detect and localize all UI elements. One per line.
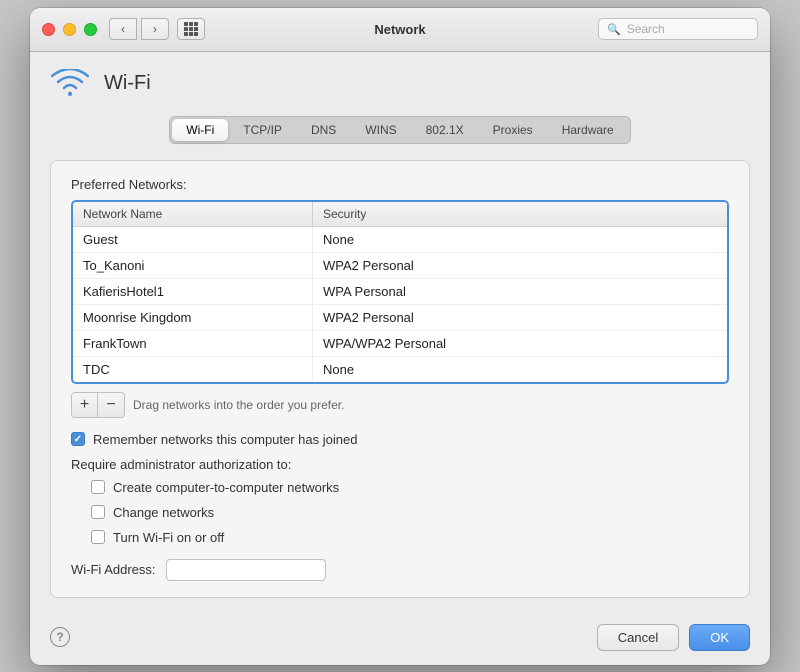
- window-title: Network: [374, 22, 425, 37]
- wifi-address-input[interactable]: [166, 559, 326, 581]
- tabs-container: Wi-Fi TCP/IP DNS WINS 802.1X Proxies Har…: [50, 116, 750, 144]
- forward-button[interactable]: ›: [141, 18, 169, 40]
- table-row[interactable]: TDC None: [73, 357, 727, 382]
- tab-hardware[interactable]: Hardware: [548, 119, 628, 141]
- require-auth-label: Require administrator authorization to:: [71, 457, 729, 472]
- turn-wifi-row[interactable]: Turn Wi-Fi on or off: [91, 530, 729, 545]
- main-panel: Preferred Networks: Network Name Securit…: [50, 160, 750, 598]
- grid-button[interactable]: [177, 18, 205, 40]
- drag-hint: Drag networks into the order you prefer.: [133, 398, 344, 412]
- change-networks-label: Change networks: [113, 505, 214, 520]
- sub-checkboxes: Create computer-to-computer networks Cha…: [91, 480, 729, 545]
- cell-name-3: Moonrise Kingdom: [73, 305, 313, 330]
- close-button[interactable]: [42, 23, 55, 36]
- content-area: Wi-Fi Wi-Fi TCP/IP DNS WINS 802.1X Proxi…: [30, 52, 770, 614]
- network-window: ‹ › Network 🔍 Search: [30, 8, 770, 665]
- ok-button[interactable]: OK: [689, 624, 750, 651]
- tab-dns[interactable]: DNS: [297, 119, 350, 141]
- tab-wins[interactable]: WINS: [351, 119, 410, 141]
- create-networks-checkbox[interactable]: [91, 480, 105, 494]
- cell-name-4: FrankTown: [73, 331, 313, 356]
- col-security-header: Security: [313, 202, 727, 226]
- col-name-header: Network Name: [73, 202, 313, 226]
- cell-name-5: TDC: [73, 357, 313, 382]
- table-header: Network Name Security: [73, 202, 727, 227]
- cell-security-5: None: [313, 357, 727, 382]
- change-networks-row[interactable]: Change networks: [91, 505, 729, 520]
- cell-name-0: Guest: [73, 227, 313, 252]
- minimize-button[interactable]: [63, 23, 76, 36]
- table-row[interactable]: Moonrise Kingdom WPA2 Personal: [73, 305, 727, 331]
- cell-security-1: WPA2 Personal: [313, 253, 727, 278]
- remember-networks-label: Remember networks this computer has join…: [93, 432, 357, 447]
- preferred-networks-label: Preferred Networks:: [71, 177, 729, 192]
- cell-security-4: WPA/WPA2 Personal: [313, 331, 727, 356]
- back-icon: ‹: [121, 22, 125, 36]
- create-networks-label: Create computer-to-computer networks: [113, 480, 339, 495]
- remember-networks-checkbox[interactable]: [71, 432, 85, 446]
- remember-networks-row[interactable]: Remember networks this computer has join…: [71, 432, 729, 447]
- forward-icon: ›: [153, 22, 157, 36]
- tab-8021x[interactable]: 802.1X: [412, 119, 478, 141]
- tab-wifi[interactable]: Wi-Fi: [172, 119, 228, 141]
- table-controls: + − Drag networks into the order you pre…: [71, 392, 729, 418]
- add-remove-buttons: + −: [71, 392, 125, 418]
- networks-table: Network Name Security Guest None To_Kano…: [71, 200, 729, 384]
- wifi-heading: Wi-Fi: [104, 72, 151, 95]
- tab-tcpip[interactable]: TCP/IP: [229, 119, 296, 141]
- maximize-button[interactable]: [84, 23, 97, 36]
- back-button[interactable]: ‹: [109, 18, 137, 40]
- search-bar[interactable]: 🔍 Search: [598, 18, 758, 40]
- titlebar: ‹ › Network 🔍 Search: [30, 8, 770, 52]
- bottom-bar: ? Cancel OK: [30, 614, 770, 665]
- create-networks-row[interactable]: Create computer-to-computer networks: [91, 480, 729, 495]
- table-row[interactable]: To_Kanoni WPA2 Personal: [73, 253, 727, 279]
- cell-security-2: WPA Personal: [313, 279, 727, 304]
- wifi-icon: [50, 68, 90, 100]
- change-networks-checkbox[interactable]: [91, 505, 105, 519]
- table-row[interactable]: FrankTown WPA/WPA2 Personal: [73, 331, 727, 357]
- tabs: Wi-Fi TCP/IP DNS WINS 802.1X Proxies Har…: [169, 116, 630, 144]
- cancel-button[interactable]: Cancel: [597, 624, 679, 651]
- remove-network-button[interactable]: −: [98, 393, 124, 417]
- wifi-address-label: Wi-Fi Address:: [71, 562, 156, 577]
- cell-name-1: To_Kanoni: [73, 253, 313, 278]
- table-body: Guest None To_Kanoni WPA2 Personal Kafie…: [73, 227, 727, 382]
- cell-security-3: WPA2 Personal: [313, 305, 727, 330]
- tab-proxies[interactable]: Proxies: [479, 119, 547, 141]
- wifi-address-row: Wi-Fi Address:: [71, 559, 729, 581]
- traffic-lights: [42, 23, 97, 36]
- turn-wifi-label: Turn Wi-Fi on or off: [113, 530, 224, 545]
- table-row[interactable]: KafierisHotel1 WPA Personal: [73, 279, 727, 305]
- search-icon: 🔍: [607, 23, 621, 36]
- nav-buttons: ‹ ›: [109, 18, 169, 40]
- add-network-button[interactable]: +: [72, 393, 98, 417]
- cell-name-2: KafierisHotel1: [73, 279, 313, 304]
- cell-security-0: None: [313, 227, 727, 252]
- wifi-header: Wi-Fi: [50, 68, 750, 100]
- turn-wifi-checkbox[interactable]: [91, 530, 105, 544]
- grid-icon: [184, 22, 198, 36]
- help-button[interactable]: ?: [50, 627, 70, 647]
- bottom-buttons: Cancel OK: [597, 624, 750, 651]
- search-placeholder: Search: [627, 22, 665, 36]
- table-row[interactable]: Guest None: [73, 227, 727, 253]
